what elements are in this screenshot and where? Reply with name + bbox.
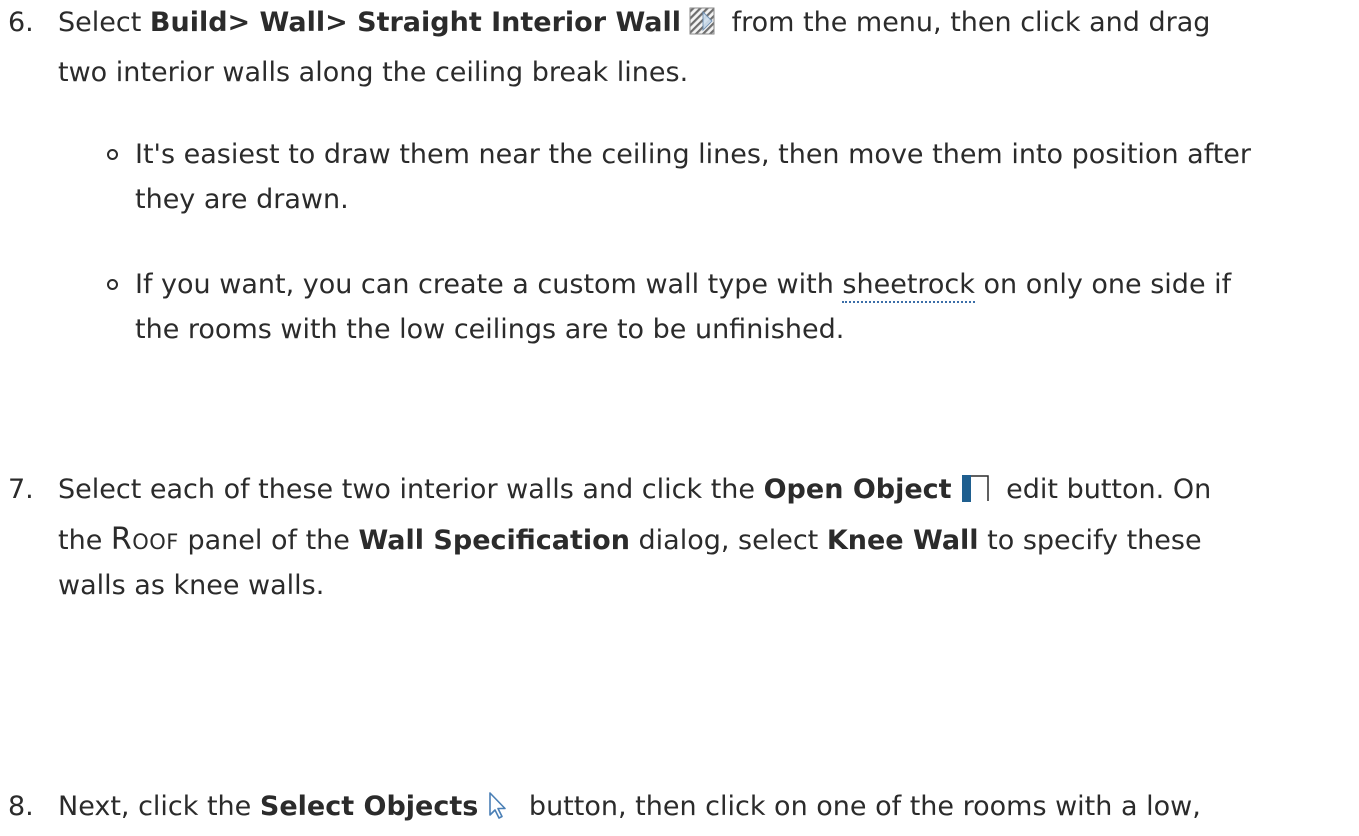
bullet-circle-icon	[107, 279, 118, 290]
button-name: Open Object	[763, 474, 952, 505]
button-name: Select Objects	[259, 791, 479, 822]
panel-name: Roof	[110, 522, 179, 557]
step-line: two interior walls along the ceiling bre…	[58, 57, 689, 88]
menu-path: Build> Wall> Straight Interior Wall	[149, 7, 681, 38]
straight-interior-wall-icon	[687, 5, 717, 50]
open-object-icon	[958, 472, 992, 517]
step-body: Next, click the Select Objects button, t…	[58, 784, 1348, 834]
help-page: 6. Select Build> Wall> Straight Interior…	[0, 0, 1359, 836]
step-body: Select Build> Wall> Straight Interior Wa…	[58, 0, 1348, 95]
select-objects-arrow-icon	[484, 789, 514, 834]
bullet-line: they are drawn.	[135, 184, 349, 215]
step-line: Select Build> Wall> Straight Interior Wa…	[58, 0, 1348, 50]
step-line: Next, click the Select Objects button, t…	[58, 784, 1348, 834]
dialog-name: Wall Specification	[358, 525, 630, 556]
bullet-line: the rooms with the low ceilings are to b…	[135, 314, 845, 345]
bullet-circle-icon	[107, 149, 118, 160]
glossary-link-sheetrock[interactable]: sheetrock	[842, 269, 975, 303]
step-body: Select each of these two interior walls …	[58, 467, 1348, 608]
step-line: Select each of these two interior walls …	[58, 467, 1348, 517]
step-line: walls as knee walls.	[58, 570, 325, 601]
bullet-line: It's easiest to draw them near the ceili…	[135, 139, 1252, 170]
step-line: the Roof panel of the Wall Specification…	[58, 522, 1202, 557]
bullet-line: If you want, you can create a custom wal…	[135, 262, 1355, 307]
option-name: Knee Wall	[826, 525, 979, 556]
